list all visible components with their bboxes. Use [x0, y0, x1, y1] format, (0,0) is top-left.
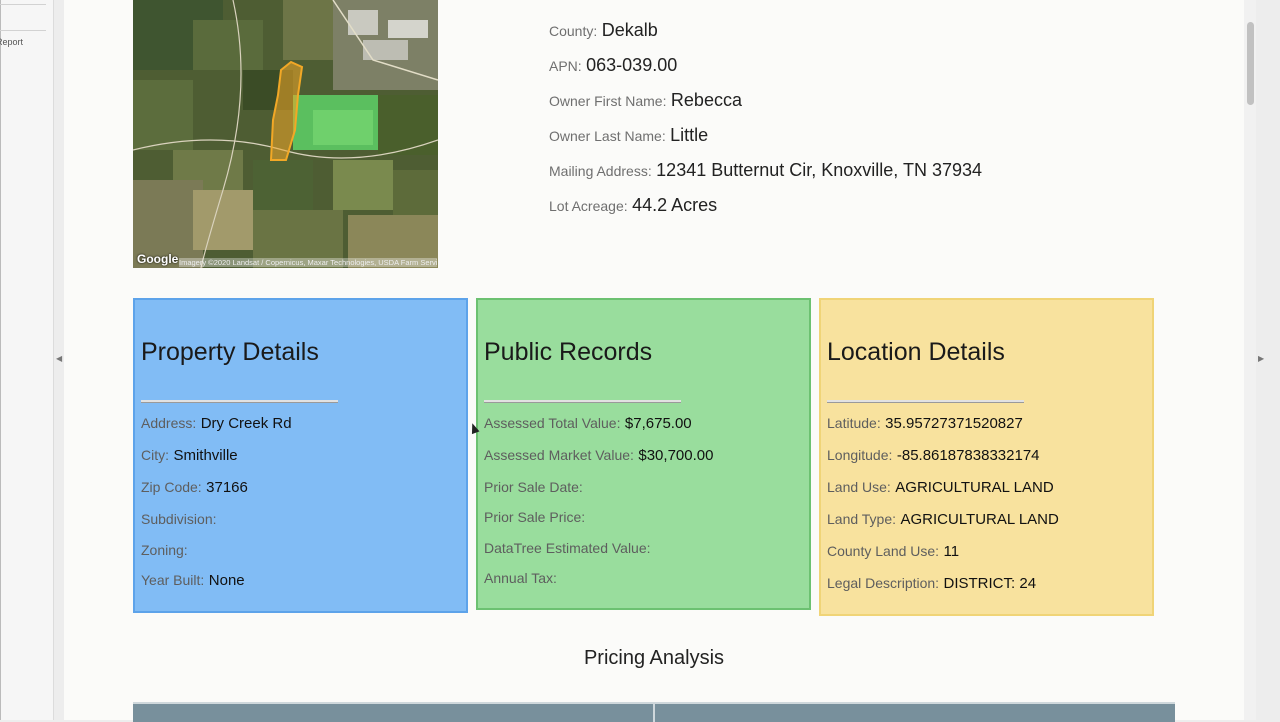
summary-value: 063-039.00: [586, 55, 678, 75]
field-value: 37166: [206, 479, 248, 496]
summary-value: Rebecca: [670, 90, 742, 110]
sidebar-divider: [0, 4, 46, 5]
summary-lot-acreage: Lot Acreage: 44.2 Acres: [549, 195, 717, 216]
card-divider: [484, 400, 681, 402]
field-subdivision: Subdivision:: [141, 511, 217, 529]
field-label: Longitude:: [827, 447, 893, 463]
summary-label: Owner Last Name:: [549, 128, 666, 144]
sidebar-edge: [0, 0, 1, 720]
field-label: Year Built:: [141, 572, 205, 588]
field-value: 35.95727371520827: [885, 415, 1023, 432]
field-latitude: Latitude: 35.95727371520827: [827, 415, 1023, 433]
page-scrollbar[interactable]: [1244, 0, 1256, 720]
summary-value: Dekalb: [601, 20, 658, 40]
satellite-imagery: [133, 0, 438, 268]
summary-value: Little: [670, 125, 709, 145]
satellite-map[interactable]: Google Imagery ©2020 Landsat / Copernicu…: [133, 0, 438, 268]
field-land-use: Land Use: AGRICULTURAL LAND: [827, 479, 1054, 497]
field-prior-sale-price: Prior Sale Price:: [484, 509, 585, 527]
summary-mailing-address: Mailing Address: 12341 Butternut Cir, Kn…: [549, 160, 982, 181]
field-zoning: Zoning:: [141, 542, 188, 560]
public-records-card: Public Records Assessed Total Value: $7,…: [476, 298, 811, 610]
field-assessed-total-value: Assessed Total Value: $7,675.00: [484, 415, 692, 433]
field-year-built: Year Built: None: [141, 572, 245, 590]
field-county-land-use: County Land Use: 11: [827, 543, 959, 561]
field-value: $7,675.00: [624, 415, 692, 432]
table-column-divider: [653, 704, 655, 722]
field-label: Address:: [141, 415, 197, 431]
scrollbar-thumb[interactable]: [1247, 22, 1254, 105]
field-label: Zip Code:: [141, 479, 202, 495]
pricing-table-header: [133, 702, 1175, 722]
field-label: Land Type:: [827, 511, 897, 527]
field-value: -85.86187838332174: [896, 447, 1040, 464]
summary-label: Owner First Name:: [549, 93, 667, 109]
field-label: Prior Sale Date:: [484, 479, 583, 495]
field-legal-description: Legal Description: DISTRICT: 24: [827, 575, 1036, 593]
field-annual-tax: Annual Tax:: [484, 570, 557, 588]
google-logo: Google: [137, 252, 179, 266]
field-label: DataTree Estimated Value:: [484, 540, 651, 556]
field-label: Latitude:: [827, 415, 881, 431]
summary-owner-last-name: Owner Last Name: Little: [549, 125, 708, 146]
card-title: Property Details: [141, 338, 319, 366]
left-sidebar: Report: [0, 0, 54, 720]
summary-owner-first-name: Owner First Name: Rebecca: [549, 90, 742, 111]
field-prior-sale-date: Prior Sale Date:: [484, 479, 583, 497]
summary-value: 44.2 Acres: [632, 195, 718, 215]
summary-value: 12341 Butternut Cir, Knoxville, TN 37934: [656, 160, 983, 180]
field-label: Annual Tax:: [484, 570, 557, 586]
card-divider: [827, 400, 1024, 402]
summary-label: Lot Acreage:: [549, 198, 628, 214]
field-label: Legal Description:: [827, 575, 940, 591]
field-longitude: Longitude: -85.86187838332174: [827, 447, 1040, 465]
field-value: $30,700.00: [638, 447, 714, 464]
sidebar-item-label: Report: [0, 37, 24, 47]
field-label: City:: [141, 447, 169, 463]
field-assessed-market-value: Assessed Market Value: $30,700.00: [484, 447, 713, 465]
field-value: AGRICULTURAL LAND: [895, 479, 1054, 496]
field-datatree-estimated-value: DataTree Estimated Value:: [484, 540, 651, 558]
location-details-card: Location Details Latitude: 35.9572737152…: [819, 298, 1154, 616]
field-land-type: Land Type: AGRICULTURAL LAND: [827, 511, 1059, 529]
summary-label: APN:: [549, 58, 582, 74]
field-label: Prior Sale Price:: [484, 509, 586, 525]
summary-label: County:: [549, 23, 598, 39]
sidebar-item-report[interactable]: Report: [0, 37, 23, 47]
field-city: City: Smithville: [141, 447, 238, 465]
summary-county: County: Dekalb: [549, 20, 658, 41]
field-label: Subdivision:: [141, 511, 217, 527]
property-details-card: Property Details Address: Dry Creek Rd C…: [133, 298, 468, 613]
card-title: Location Details: [827, 338, 1005, 366]
card-divider: [141, 400, 338, 402]
field-value: DISTRICT: 24: [943, 575, 1037, 592]
field-label: Assessed Total Value:: [484, 415, 621, 431]
field-label: Assessed Market Value:: [484, 447, 634, 463]
summary-apn: APN: 063-039.00: [549, 55, 677, 76]
field-value: AGRICULTURAL LAND: [900, 511, 1059, 528]
collapse-right-icon[interactable]: ▶: [1258, 354, 1264, 363]
field-value: Smithville: [173, 447, 238, 464]
card-title: Public Records: [484, 338, 653, 366]
sidebar-divider: [0, 30, 46, 31]
field-value: 11: [943, 543, 960, 560]
map-attribution: Imagery ©2020 Landsat / Copernicus, Maxa…: [179, 258, 437, 267]
field-label: Land Use:: [827, 479, 891, 495]
field-address: Address: Dry Creek Rd: [141, 415, 292, 433]
field-value: Dry Creek Rd: [200, 415, 292, 432]
field-zip-code: Zip Code: 37166: [141, 479, 248, 497]
field-value: None: [208, 572, 245, 589]
field-label: Zoning:: [141, 542, 188, 558]
pricing-analysis-heading: Pricing Analysis: [583, 647, 725, 669]
field-label: County Land Use:: [827, 543, 940, 559]
summary-label: Mailing Address:: [549, 163, 652, 179]
collapse-left-icon[interactable]: ◀: [56, 354, 62, 363]
